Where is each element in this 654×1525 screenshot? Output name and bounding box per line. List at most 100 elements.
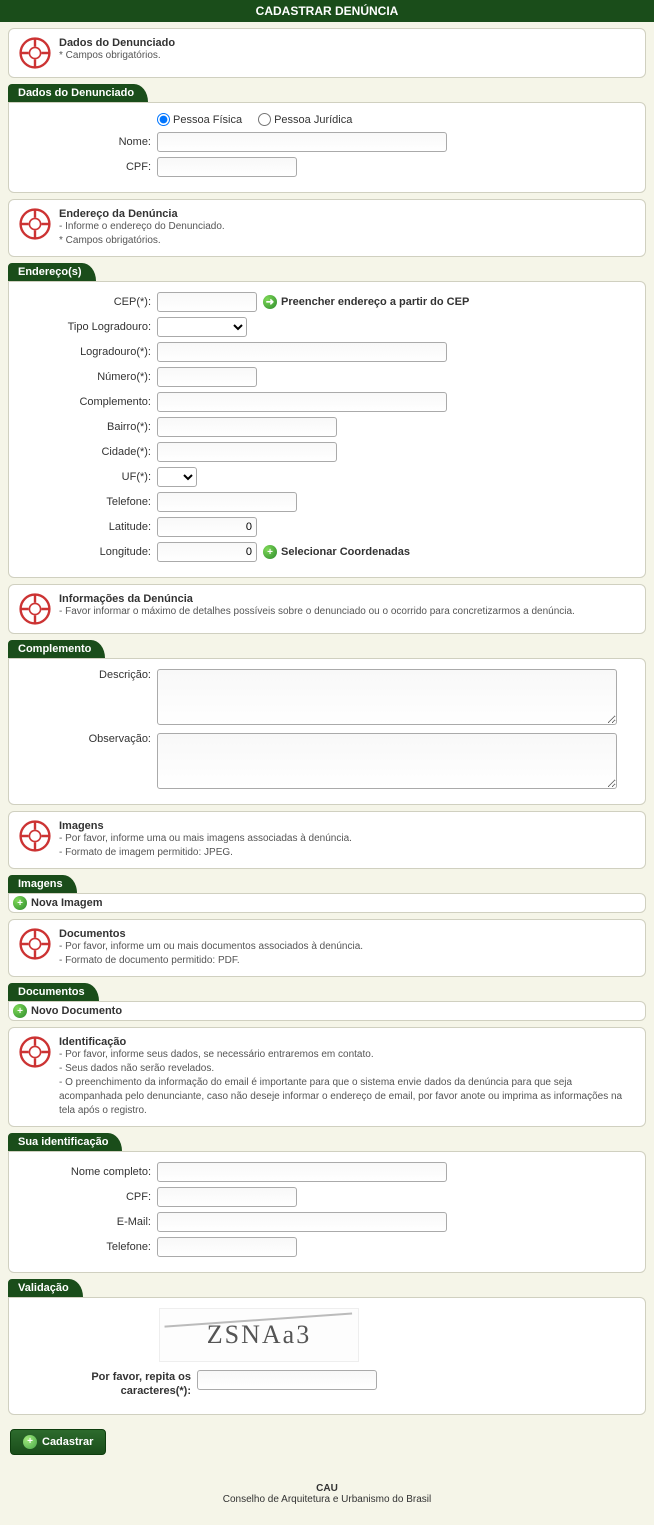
label-cep: CEP(*): bbox=[21, 296, 151, 308]
telefone-input[interactable] bbox=[157, 492, 297, 512]
lifebuoy-icon bbox=[19, 37, 51, 69]
cep-input[interactable] bbox=[157, 292, 257, 312]
label-nome: Nome: bbox=[21, 136, 151, 148]
cadastrar-button[interactable]: +Cadastrar bbox=[10, 1429, 106, 1455]
section-tab-identificacao: Sua identificação bbox=[8, 1133, 122, 1151]
lifebuoy-icon bbox=[19, 928, 51, 960]
preencher-cep-link[interactable]: ➜Preencher endereço a partir do CEP bbox=[263, 295, 469, 309]
section-validacao: ZSNAa3 Por favor, repita os caracteres(*… bbox=[8, 1297, 646, 1415]
panel-subtitle: - Seus dados não serão revelados. bbox=[59, 1062, 635, 1076]
label-email: E-Mail: bbox=[21, 1216, 151, 1228]
footer: CAU Conselho de Arquitetura e Urbanismo … bbox=[0, 1483, 654, 1505]
footer-title: CAU bbox=[0, 1483, 654, 1494]
uf-select[interactable] bbox=[157, 467, 197, 487]
label-tipo-logradouro: Tipo Logradouro: bbox=[21, 321, 151, 333]
section-complemento: Descrição: Observação: bbox=[8, 658, 646, 805]
panel-subtitle: * Campos obrigatórios. bbox=[59, 49, 635, 63]
label-cpf-id: CPF: bbox=[21, 1191, 151, 1203]
radio-pessoa-juridica[interactable]: Pessoa Jurídica bbox=[258, 113, 352, 126]
page-title: CADASTRAR DENÚNCIA bbox=[0, 0, 654, 22]
label-longitude: Longitude: bbox=[21, 546, 151, 558]
lifebuoy-icon bbox=[19, 593, 51, 625]
cpf-id-input[interactable] bbox=[157, 1187, 297, 1207]
section-endereco: CEP(*): ➜Preencher endereço a partir do … bbox=[8, 281, 646, 578]
panel-title: Informações da Denúncia bbox=[59, 593, 635, 605]
novo-documento-link[interactable]: +Novo Documento bbox=[13, 1004, 122, 1018]
panel-subtitle: - Informe o endereço do Denunciado. bbox=[59, 220, 635, 234]
complemento-input[interactable] bbox=[157, 392, 447, 412]
plus-icon: + bbox=[23, 1435, 37, 1449]
logradouro-input[interactable] bbox=[157, 342, 447, 362]
numero-input[interactable] bbox=[157, 367, 257, 387]
panel-title: Endereço da Denúncia bbox=[59, 208, 635, 220]
section-identificacao: Nome completo: CPF: E-Mail: Telefone: bbox=[8, 1151, 646, 1273]
nova-imagem-link[interactable]: +Nova Imagem bbox=[13, 896, 103, 910]
section-tab-dados: Dados do Denunciado bbox=[8, 84, 148, 102]
label-numero: Número(*): bbox=[21, 371, 151, 383]
panel-identificacao-header: Identificação - Por favor, informe seus … bbox=[8, 1027, 646, 1127]
plus-icon: + bbox=[13, 896, 27, 910]
panel-subtitle: * Campos obrigatórios. bbox=[59, 234, 635, 248]
section-tab-complemento: Complemento bbox=[8, 640, 105, 658]
panel-subtitle: - Por favor, informe um ou mais document… bbox=[59, 940, 635, 954]
section-imagens: +Nova Imagem bbox=[8, 893, 646, 913]
nome-input[interactable] bbox=[157, 132, 447, 152]
panel-title: Identificação bbox=[59, 1036, 635, 1048]
label-complemento: Complemento: bbox=[21, 396, 151, 408]
radio-pj-input[interactable] bbox=[258, 113, 271, 126]
radio-pf-input[interactable] bbox=[157, 113, 170, 126]
lifebuoy-icon bbox=[19, 820, 51, 852]
panel-subtitle: - O preenchimento da informação do email… bbox=[59, 1076, 635, 1118]
panel-info-header: Informações da Denúncia - Favor informar… bbox=[8, 584, 646, 634]
section-dados: Pessoa Física Pessoa Jurídica Nome: CPF: bbox=[8, 102, 646, 193]
longitude-input[interactable] bbox=[157, 542, 257, 562]
label-cidade: Cidade(*): bbox=[21, 446, 151, 458]
section-documentos: +Novo Documento bbox=[8, 1001, 646, 1021]
label-latitude: Latitude: bbox=[21, 521, 151, 533]
label-logradouro: Logradouro(*): bbox=[21, 346, 151, 358]
cpf-input[interactable] bbox=[157, 157, 297, 177]
label-cpf: CPF: bbox=[21, 161, 151, 173]
telefone-id-input[interactable] bbox=[157, 1237, 297, 1257]
bairro-input[interactable] bbox=[157, 417, 337, 437]
section-tab-validacao: Validação bbox=[8, 1279, 83, 1297]
label-telefone-id: Telefone: bbox=[21, 1241, 151, 1253]
panel-title: Documentos bbox=[59, 928, 635, 940]
email-input[interactable] bbox=[157, 1212, 447, 1232]
arrow-right-icon: ➜ bbox=[263, 295, 277, 309]
observacao-textarea[interactable] bbox=[157, 733, 617, 789]
label-uf: UF(*): bbox=[21, 471, 151, 483]
section-tab-imagens: Imagens bbox=[8, 875, 77, 893]
label-captcha: Por favor, repita os caracteres(*): bbox=[21, 1370, 191, 1399]
panel-subtitle: - Favor informar o máximo de detalhes po… bbox=[59, 605, 635, 619]
descricao-textarea[interactable] bbox=[157, 669, 617, 725]
selecionar-coordenadas-link[interactable]: +Selecionar Coordenadas bbox=[263, 545, 410, 559]
panel-subtitle: - Formato de imagem permitido: JPEG. bbox=[59, 846, 635, 860]
section-tab-documentos: Documentos bbox=[8, 983, 99, 1001]
panel-imagens-header: Imagens - Por favor, informe uma ou mais… bbox=[8, 811, 646, 869]
panel-subtitle: - Formato de documento permitido: PDF. bbox=[59, 954, 635, 968]
section-tab-endereco: Endereço(s) bbox=[8, 263, 96, 281]
radio-pessoa-fisica[interactable]: Pessoa Física bbox=[157, 113, 242, 126]
panel-title: Dados do Denunciado bbox=[59, 37, 635, 49]
label-telefone: Telefone: bbox=[21, 496, 151, 508]
plus-icon: + bbox=[263, 545, 277, 559]
panel-subtitle: - Por favor, informe uma ou mais imagens… bbox=[59, 832, 635, 846]
plus-icon: + bbox=[13, 1004, 27, 1018]
footer-subtitle: Conselho de Arquitetura e Urbanismo do B… bbox=[0, 1494, 654, 1505]
latitude-input[interactable] bbox=[157, 517, 257, 537]
panel-title: Imagens bbox=[59, 820, 635, 832]
lifebuoy-icon bbox=[19, 208, 51, 240]
panel-documentos-header: Documentos - Por favor, informe um ou ma… bbox=[8, 919, 646, 977]
lifebuoy-icon bbox=[19, 1036, 51, 1068]
tipo-logradouro-select[interactable] bbox=[157, 317, 247, 337]
label-nome-completo: Nome completo: bbox=[21, 1166, 151, 1178]
captcha-input[interactable] bbox=[197, 1370, 377, 1390]
panel-dados-header: Dados do Denunciado * Campos obrigatório… bbox=[8, 28, 646, 78]
label-observacao: Observação: bbox=[21, 733, 151, 745]
captcha-image: ZSNAa3 bbox=[159, 1308, 359, 1362]
panel-subtitle: - Por favor, informe seus dados, se nece… bbox=[59, 1048, 635, 1062]
panel-endereco-header: Endereço da Denúncia - Informe o endereç… bbox=[8, 199, 646, 257]
cidade-input[interactable] bbox=[157, 442, 337, 462]
nome-completo-input[interactable] bbox=[157, 1162, 447, 1182]
